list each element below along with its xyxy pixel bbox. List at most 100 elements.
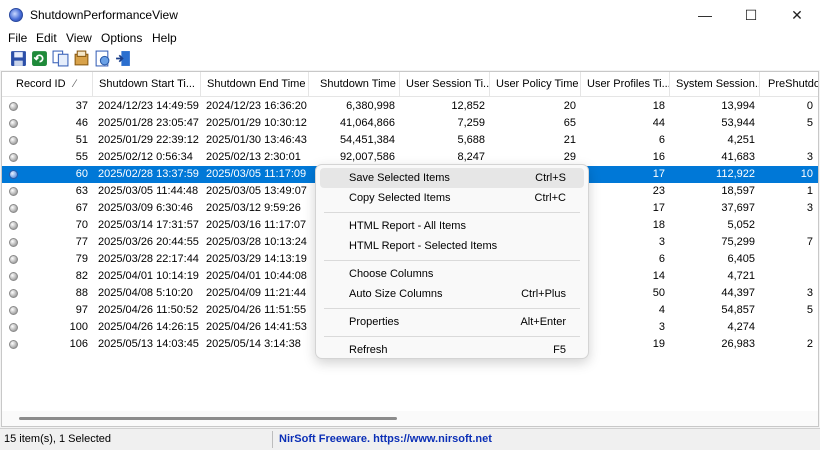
table-cell-profiles: 16 [652,151,665,163]
close-button[interactable]: ✕ [774,0,820,30]
horizontal-scrollbar[interactable] [2,411,818,426]
menu-item-shortcut: Ctrl+Plus [521,288,566,300]
menu-item-label: Properties [349,316,400,328]
table-cell-end: 2025/01/29 10:30:12 [206,117,307,129]
table-row[interactable]: 37 2024/12/23 14:49:59 2024/12/23 16:36:20… [2,98,818,115]
table-cell-system: 4,251 [727,134,755,146]
context-menu-item[interactable]: HTML Report - Selected Items [320,236,584,256]
column-header-record-id[interactable]: Record ID ∕ [2,72,93,96]
table-cell-profiles: 6 [658,134,665,146]
table-cell-system: 54,857 [721,304,755,316]
table-cell-end: 2025/03/28 10:13:24 [206,236,307,248]
table-cell-policy: 21 [563,134,576,146]
table-cell-system: 75,299 [721,236,755,248]
table-cell-id: 51 [75,134,88,146]
column-header-shutdown-time[interactable]: Shutdown Time [309,72,400,96]
table-cell-start: 2025/04/26 14:26:15 [98,321,199,333]
table-cell-session: 5,688 [457,134,485,146]
menu-separator [324,308,580,309]
table-cell-policy: 20 [563,100,576,112]
table-cell-system: 6,405 [727,253,755,265]
table-cell-end: 2025/03/29 14:13:19 [206,253,307,265]
status-divider [272,431,273,448]
column-header-shutdown-start[interactable]: Shutdown Start Ti... [93,72,201,96]
table-cell-system: 4,274 [727,321,755,333]
menu-item-shortcut: Ctrl+S [535,172,566,184]
table-cell-id: 67 [75,202,88,214]
table-cell-id: 97 [75,304,88,316]
table-cell-profiles: 17 [652,202,665,214]
table-cell-profiles: 14 [652,270,665,282]
column-header-user-policy[interactable]: User Policy Time [490,72,581,96]
column-header-user-session[interactable]: User Session Ti... [400,72,490,96]
table-cell-end: 2025/04/09 11:21:44 [206,287,307,299]
scrollbar-thumb[interactable] [19,417,397,420]
context-menu-item[interactable]: Choose Columns [320,264,584,284]
minimize-button[interactable]: — [682,0,728,30]
table-cell-pre: 5 [806,304,813,316]
table-cell-pre: 3 [806,151,813,163]
sort-indicator-icon: ∕ [74,78,76,90]
table-cell-start: 2025/02/12 0:56:34 [98,151,193,163]
maximize-button[interactable]: ☐ [728,0,774,30]
table-row[interactable]: 51 2025/01/29 22:39:12 2025/01/30 13:46:43… [2,132,818,149]
copy-icon[interactable] [52,50,69,67]
table-cell-profiles: 23 [652,185,665,197]
column-header-user-profiles[interactable]: User Profiles Ti... [581,72,670,96]
table-cell-profiles: 3 [658,236,665,248]
table-cell-pre: 0 [806,100,813,112]
table-cell-start: 2025/04/01 10:14:19 [98,270,199,282]
nirsoft-link[interactable]: NirSoft Freeware. https://www.nirsoft.ne… [279,433,492,445]
table-cell-end: 2025/03/05 13:49:07 [206,185,307,197]
table-row[interactable]: 46 2025/01/28 23:05:47 2025/01/29 10:30:12… [2,115,818,132]
table-cell-pre: 5 [806,117,813,129]
save-icon[interactable] [10,50,27,67]
table-cell-pre: 2 [806,338,813,350]
table-cell-shutdown: 54,451,384 [339,134,395,146]
table-cell-profiles: 19 [652,338,665,350]
column-header-preshutdown[interactable]: PreShutdo [760,72,818,96]
menu-options[interactable]: Options [101,31,142,45]
exit-icon[interactable] [115,50,132,67]
context-menu-item[interactable]: Properties Alt+Enter [320,312,584,332]
table-cell-pre [760,217,818,234]
menu-edit[interactable]: Edit [36,31,57,45]
menu-view[interactable]: View [66,31,92,45]
table-cell-start: 2025/04/26 11:50:52 [98,304,199,316]
menu-item-label: HTML Report - Selected Items [349,240,498,252]
menu-file[interactable]: File [8,31,27,45]
context-menu-item[interactable]: Save Selected Items Ctrl+S [320,168,584,188]
table-cell-profiles: 4 [658,304,665,316]
table-cell-id: 70 [75,219,88,231]
html-report-icon[interactable] [94,50,111,67]
table-cell-id: 46 [75,117,88,129]
status-bar: 15 item(s), 1 Selected NirSoft Freeware.… [0,428,820,450]
menu-separator [324,260,580,261]
table-cell-start: 2025/02/28 13:37:59 [98,168,199,180]
refresh-icon[interactable] [31,50,48,67]
menu-item-shortcut: Ctrl+C [534,192,566,204]
table-cell-system: 37,697 [721,202,755,214]
context-menu: Save Selected Items Ctrl+S Copy Selected I… [315,164,589,359]
table-cell-system: 53,944 [721,117,755,129]
menu-help[interactable]: Help [152,31,177,45]
menu-item-label: Refresh [349,344,388,356]
table-cell-id: 79 [75,253,88,265]
context-menu-item[interactable]: Copy Selected Items Ctrl+C [320,188,584,208]
table-cell-profiles: 17 [652,168,665,180]
table-cell-session: 12,852 [451,100,485,112]
table-cell-pre: 3 [806,202,813,214]
menu-item-shortcut: Alt+Enter [520,316,566,328]
table-cell-profiles: 6 [658,253,665,265]
context-menu-item[interactable]: Refresh F5 [320,340,584,360]
context-menu-item[interactable]: HTML Report - All Items [320,216,584,236]
context-menu-item[interactable]: Auto Size Columns Ctrl+Plus [320,284,584,304]
column-header-system-session[interactable]: System Session... [670,72,760,96]
table-cell-profiles: 3 [658,321,665,333]
column-header-shutdown-end[interactable]: Shutdown End Time [201,72,309,96]
table-cell-system: 4,721 [727,270,755,282]
menu-item-label: Auto Size Columns [349,288,443,300]
table-cell-start: 2025/03/05 11:44:48 [98,185,199,197]
table-cell-shutdown: 6,380,998 [346,100,395,112]
properties-icon[interactable] [73,50,90,67]
